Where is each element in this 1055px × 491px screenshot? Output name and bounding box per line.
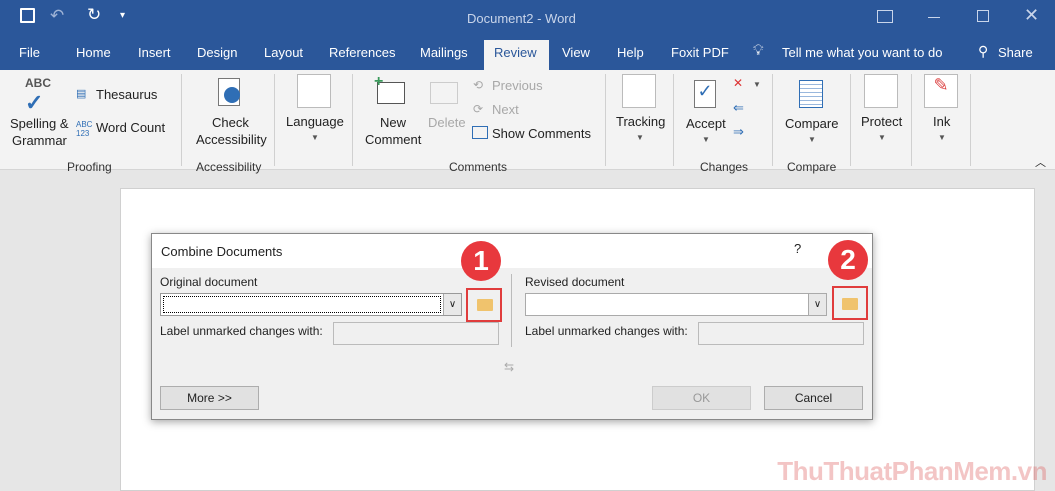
group-compare: Compare (787, 160, 837, 174)
dropdown-arrow-icon[interactable]: ∨ (443, 294, 461, 315)
spelling-icon[interactable]: ABC ✓ (25, 76, 51, 116)
window-title: Document2 - Word (467, 11, 576, 26)
group-changes: Changes (700, 160, 749, 174)
share-person-icon: ⚲ (978, 43, 989, 59)
comment-label[interactable]: Comment (365, 132, 421, 147)
tab-references[interactable]: References (329, 45, 395, 60)
dropdown-arrow-icon[interactable]: ∨ (808, 294, 826, 315)
browse-revised-folder-icon[interactable] (842, 298, 858, 310)
spelling-label[interactable]: Spelling & (10, 116, 69, 131)
next-button: Next (492, 102, 519, 117)
tab-view[interactable]: View (562, 45, 590, 60)
previous-button: Previous (492, 78, 543, 93)
tab-design[interactable]: Design (197, 45, 237, 60)
tab-foxit-pdf[interactable]: Foxit PDF (671, 45, 729, 60)
tab-layout[interactable]: Layout (264, 45, 303, 60)
dialog-title: Combine Documents (161, 244, 283, 259)
reject-icon[interactable]: ✕ (733, 76, 743, 90)
group-comments: Comments (449, 160, 508, 174)
show-comments-icon (472, 126, 488, 139)
next-change-icon[interactable]: ⇒ (733, 124, 744, 140)
tracking-button[interactable]: Tracking (616, 114, 665, 129)
divider (511, 274, 512, 347)
protect-button[interactable]: Protect (861, 114, 902, 129)
undo-icon[interactable]: ↶ (50, 6, 64, 26)
compare-icon[interactable] (799, 80, 823, 108)
delete-comment-icon (430, 82, 458, 104)
language-icon[interactable] (297, 74, 331, 108)
close-icon[interactable]: ✕ (1024, 5, 1039, 26)
grammar-label[interactable]: Grammar (12, 133, 67, 148)
share-button[interactable]: Share (998, 45, 1033, 60)
ribbon-tabs: File Home Insert Design Layout Reference… (0, 36, 1055, 70)
title-bar: ↶ ↻ ▾ Document2 - Word ✕ (0, 0, 1055, 36)
group-accessibility: Accessibility (196, 160, 262, 174)
tab-insert[interactable]: Insert (138, 45, 171, 60)
tab-home[interactable]: Home (76, 45, 111, 60)
cancel-button[interactable]: Cancel (764, 386, 863, 410)
browse-original-folder-icon[interactable] (477, 299, 493, 311)
original-document-combobox[interactable]: ∨ (160, 293, 462, 316)
delete-button: Delete (428, 115, 466, 130)
ink-icon[interactable]: ✎ (924, 74, 958, 108)
step-badge-1: 1 (461, 241, 501, 281)
ink-button[interactable]: Ink (933, 114, 950, 129)
revised-document-combobox[interactable]: ∨ (525, 293, 827, 316)
word-count-icon: ABC 123 (76, 120, 93, 138)
ribbon: ABC ✓ Spelling & Grammar ▤ Thesaurus ABC 1… (0, 70, 1055, 174)
accessibility-label[interactable]: Accessibility (196, 132, 267, 147)
watermark: ThuThuatPhanMem.vn (777, 456, 1047, 486)
more-button[interactable]: More >> (160, 386, 259, 410)
tab-file[interactable]: File (19, 45, 40, 60)
next-icon: ⟳ (473, 102, 484, 116)
collapse-ribbon-icon[interactable]: ︿ (1035, 154, 1046, 170)
new-comment-icon[interactable]: + (374, 73, 405, 104)
minimize-icon[interactable] (928, 17, 940, 18)
original-label-unmarked-input[interactable] (333, 322, 499, 345)
word-count-button[interactable]: Word Count (96, 120, 165, 135)
compare-button[interactable]: Compare (785, 116, 838, 131)
tab-mailings[interactable]: Mailings (420, 45, 468, 60)
check-accessibility-icon[interactable] (218, 78, 240, 106)
original-document-label: Original document (160, 275, 258, 289)
step-badge-2: 2 (828, 240, 868, 280)
ribbon-display-icon[interactable] (877, 10, 893, 23)
maximize-icon[interactable] (977, 10, 989, 22)
original-label-unmarked-label: Label unmarked changes with: (160, 324, 323, 338)
save-icon[interactable] (20, 8, 35, 23)
show-comments-button[interactable]: Show Comments (492, 126, 591, 141)
dialog-title-bar: Combine Documents ? (152, 234, 872, 268)
customize-qat-icon[interactable]: ▾ (120, 10, 125, 21)
combine-documents-dialog: Combine Documents ? Original document ∨ … (151, 233, 873, 420)
lightbulb-icon: 💡︎ (753, 42, 764, 59)
protect-icon[interactable] (864, 74, 898, 108)
tracking-icon[interactable] (622, 74, 656, 108)
new-label[interactable]: New (380, 115, 406, 130)
group-proofing: Proofing (67, 160, 112, 174)
revised-label-unmarked-label: Label unmarked changes with: (525, 324, 688, 338)
thesaurus-icon: ▤ (76, 88, 87, 100)
swap-documents-icon[interactable]: ⇆ (504, 360, 514, 374)
tell-me-search[interactable]: Tell me what you want to do (782, 45, 942, 60)
accept-button[interactable]: Accept (686, 116, 726, 131)
revised-document-label: Revised document (525, 275, 625, 289)
thesaurus-button[interactable]: Thesaurus (96, 87, 157, 102)
previous-icon: ⟲ (473, 78, 484, 92)
redo-icon[interactable]: ↻ (87, 5, 101, 25)
help-button[interactable]: ? (794, 241, 801, 256)
tab-help[interactable]: Help (617, 45, 644, 60)
accept-icon[interactable]: ✓ (694, 80, 716, 108)
revised-label-unmarked-input[interactable] (698, 322, 864, 345)
check-label[interactable]: Check (212, 115, 249, 130)
ok-button[interactable]: OK (652, 386, 751, 410)
previous-change-icon[interactable]: ⇐ (733, 100, 744, 116)
language-button[interactable]: Language (286, 114, 344, 129)
tab-review[interactable]: Review (484, 40, 549, 70)
